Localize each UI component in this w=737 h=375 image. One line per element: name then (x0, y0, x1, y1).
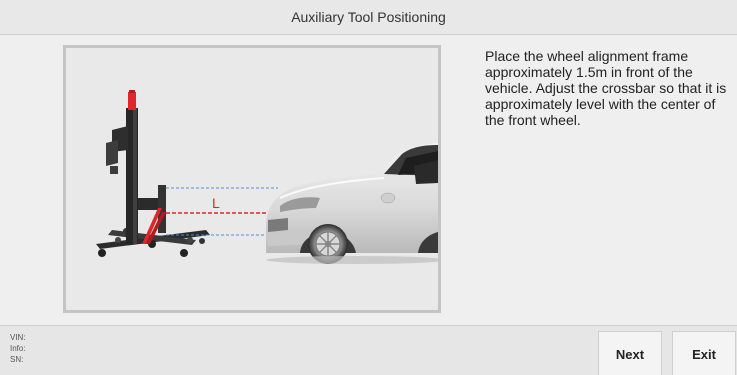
sn-label: SN: (10, 355, 24, 364)
positioning-illustration: L (63, 45, 441, 313)
exit-button[interactable]: Exit (672, 331, 736, 375)
info-label: Info: (10, 344, 26, 353)
distance-label: L (212, 195, 220, 211)
vehicle-info: VIN: Info: SN: (10, 332, 26, 365)
vin-label: VIN: (10, 333, 26, 342)
footer-bar: VIN: Info: SN: Next Exit (0, 325, 737, 375)
instruction-text: Place the wheel alignment frame approxim… (485, 48, 727, 128)
next-button[interactable]: Next (598, 331, 662, 375)
positioning-diagram: L (96, 90, 438, 264)
alignment-frame (96, 90, 210, 257)
page-title: Auxiliary Tool Positioning (291, 9, 446, 25)
app-window: Auxiliary Tool Positioning L Place the w… (0, 0, 737, 375)
vehicle (266, 143, 438, 264)
main-content: L Place the wheel alignment frame approx… (0, 35, 737, 325)
title-bar: Auxiliary Tool Positioning (0, 0, 737, 35)
